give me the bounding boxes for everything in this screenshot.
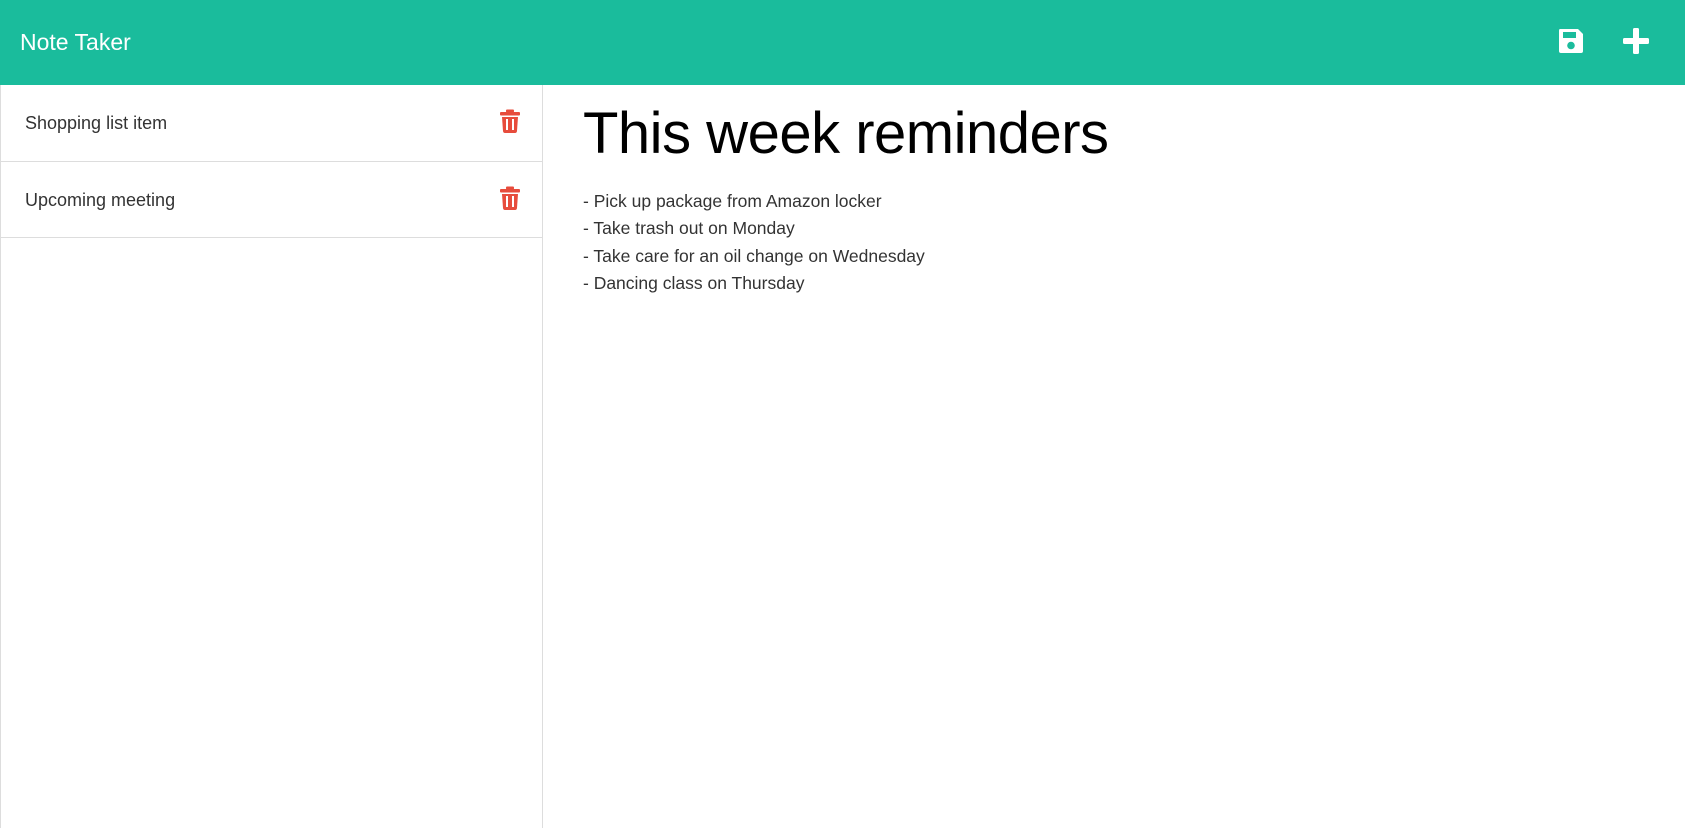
note-text-line: - Take care for an oil change on Wednesd…	[583, 245, 925, 266]
navbar: Note Taker	[0, 0, 1685, 85]
note-text-area[interactable]: - Pick up package from Amazon locker - T…	[583, 188, 1643, 297]
app-title[interactable]: Note Taker	[20, 27, 131, 57]
note-editor: This week reminders - Pick up package fr…	[583, 100, 1643, 297]
list-item[interactable]: Upcoming meeting	[1, 162, 542, 238]
notes-sidebar: Shopping list item Upcoming meeting	[0, 85, 543, 828]
list-item[interactable]: Shopping list item	[1, 85, 542, 162]
note-text-line: - Pick up package from Amazon locker	[583, 191, 882, 211]
note-text-line: - Take trash out on Monday	[583, 218, 795, 239]
note-title: Upcoming meeting	[25, 190, 176, 210]
save-icon[interactable]	[1556, 26, 1586, 56]
note-text-line: - Dancing class on Thursday	[583, 272, 805, 293]
plus-icon[interactable]	[1621, 26, 1651, 56]
trash-icon[interactable]	[499, 186, 521, 210]
note-list: Shopping list item Upcoming meeting	[1, 85, 542, 238]
note-title: Shopping list item	[25, 113, 168, 133]
trash-icon[interactable]	[499, 109, 521, 133]
note-title-input[interactable]: This week reminders	[583, 100, 1643, 168]
